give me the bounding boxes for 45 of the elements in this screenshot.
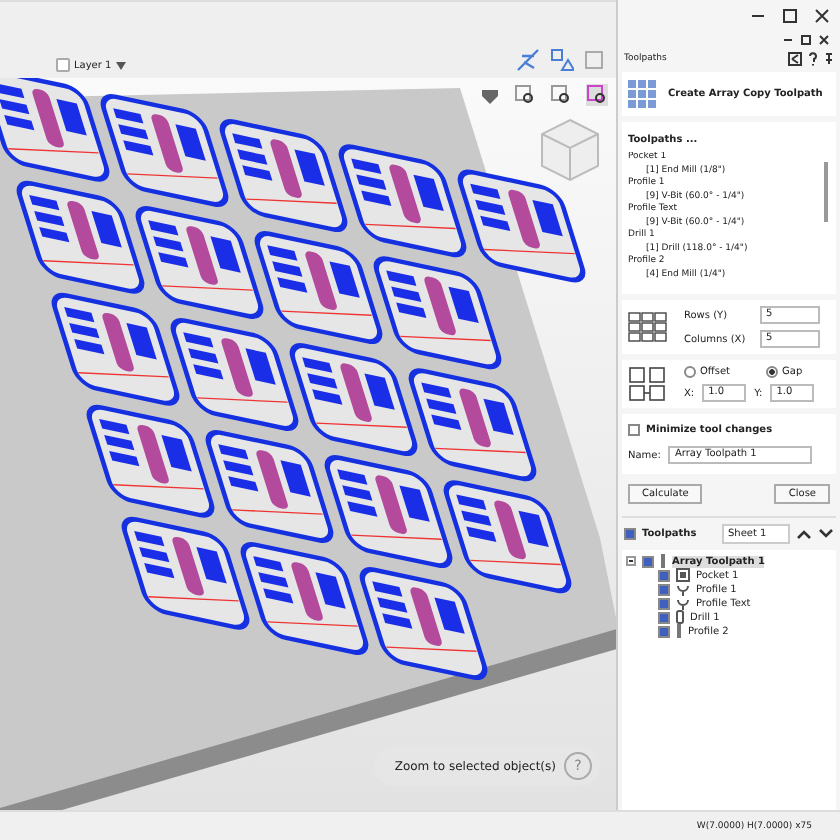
machined-part-drawing <box>250 228 387 348</box>
machined-part-drawing <box>96 90 233 210</box>
tree-checkbox[interactable] <box>658 569 670 581</box>
zoom-icon[interactable] <box>514 84 536 106</box>
machined-part-drawing <box>12 177 149 297</box>
machined-part-drawing <box>166 314 303 434</box>
bar-icon <box>676 624 682 638</box>
machined-part-drawing <box>47 289 184 409</box>
collapse-toggle[interactable] <box>626 556 636 566</box>
tree-checkbox[interactable] <box>658 583 670 595</box>
maximize-icon[interactable] <box>782 8 798 24</box>
machined-part-drawing <box>334 141 471 261</box>
machined-part-drawing <box>320 452 457 572</box>
restore-icon[interactable] <box>800 34 812 46</box>
machined-part-drawing <box>236 538 373 658</box>
machined-part-drawing <box>215 116 352 236</box>
bar-icon <box>660 554 666 568</box>
minimize-icon[interactable] <box>782 34 794 46</box>
share-icon[interactable] <box>788 52 802 66</box>
toolpaths-checkbox[interactable] <box>624 528 636 540</box>
shapes-icon[interactable] <box>550 48 574 72</box>
help-icon[interactable] <box>808 52 818 66</box>
tree-checkbox[interactable] <box>658 611 670 623</box>
spacing-icon <box>628 366 668 402</box>
machined-part-drawing <box>131 202 268 322</box>
minimize-checkbox[interactable] <box>628 424 640 436</box>
tree-checkbox[interactable] <box>658 597 670 609</box>
machined-part-drawing <box>201 426 338 546</box>
tree-checkbox[interactable] <box>658 625 670 637</box>
machined-part-drawing <box>285 340 422 460</box>
pocket-icon <box>676 568 690 582</box>
array-icon <box>628 80 656 108</box>
machined-part-drawing <box>82 401 219 521</box>
tree-checkbox[interactable] <box>642 555 654 567</box>
drill-icon <box>676 610 684 624</box>
close-icon[interactable] <box>818 34 830 46</box>
zoom-icon[interactable] <box>550 84 572 106</box>
pin-icon[interactable] <box>824 52 834 66</box>
machined-part-drawing <box>355 564 492 684</box>
machined-part-drawing <box>404 365 541 485</box>
zoom-icon[interactable] <box>586 84 608 106</box>
grid-array-icon <box>628 311 668 343</box>
close-icon[interactable] <box>814 8 830 24</box>
machined-part-drawing <box>369 253 506 373</box>
caret-icon <box>115 61 126 69</box>
